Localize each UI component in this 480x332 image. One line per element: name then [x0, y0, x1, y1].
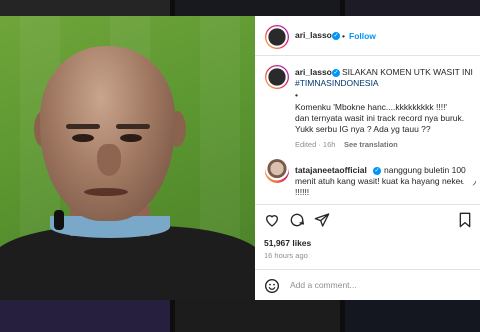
- comment-username[interactable]: tatajaneetaofficial: [295, 165, 367, 176]
- caption-avatar[interactable]: [265, 65, 289, 89]
- save-icon[interactable]: [458, 212, 472, 233]
- comment-text-line2: menit atuh kang wasit! kuat ka hayang ne…: [295, 176, 470, 186]
- header-divider: [255, 55, 480, 56]
- caption-hashtag[interactable]: #TIMNASINDONESIA: [295, 78, 379, 89]
- add-comment-input[interactable]: Add a comment...: [290, 280, 357, 291]
- verified-badge-icon: ✓: [332, 69, 340, 77]
- author-username[interactable]: ari_lasso: [295, 30, 332, 41]
- comment-icon[interactable]: [289, 212, 305, 233]
- heart-icon[interactable]: [264, 212, 280, 233]
- author-avatar[interactable]: [265, 25, 289, 49]
- post-media[interactable]: [0, 16, 255, 300]
- comment-box-divider: [255, 269, 480, 270]
- caption-body3: Yukk serbu IG nya ? Ada yg tauu ??: [295, 124, 431, 134]
- verified-badge-icon: ✓: [332, 32, 340, 40]
- caption-edited: Edited · 16h: [295, 140, 336, 149]
- caption-line1: SILAKAN KOMEN UTK WASIT INI: [342, 67, 473, 77]
- share-icon[interactable]: [314, 212, 330, 233]
- caption-body2: dan ternyata wasit ini track record nya …: [295, 113, 465, 123]
- caption-body1: Komenku 'Mbokne hanc....kkkkkkkkk !!!!': [295, 102, 448, 112]
- follow-button[interactable]: Follow: [349, 31, 376, 41]
- caption-username[interactable]: ari_lasso: [295, 67, 332, 78]
- caption-bullet: •: [295, 90, 298, 100]
- commenter-avatar[interactable]: [265, 159, 289, 183]
- next-post-button[interactable]: [462, 172, 476, 186]
- likes-count[interactable]: 51,967 likes: [264, 238, 311, 249]
- verified-badge-icon: ✓: [373, 167, 381, 175]
- header-separator: •: [342, 31, 345, 41]
- post-time: 16 hours ago: [264, 251, 308, 260]
- comment-text-line3: !!!!!!: [295, 187, 310, 197]
- see-translation-link[interactable]: See translation: [344, 140, 398, 149]
- actions-divider: [255, 204, 480, 205]
- headset-mic: [54, 210, 64, 230]
- post-details-panel: ari_lasso ✓ • Follow ari_lasso ✓ SILAKAN…: [255, 16, 480, 300]
- emoji-icon[interactable]: [264, 278, 280, 299]
- comment-text-line1: nanggung buletin 100: [384, 165, 466, 175]
